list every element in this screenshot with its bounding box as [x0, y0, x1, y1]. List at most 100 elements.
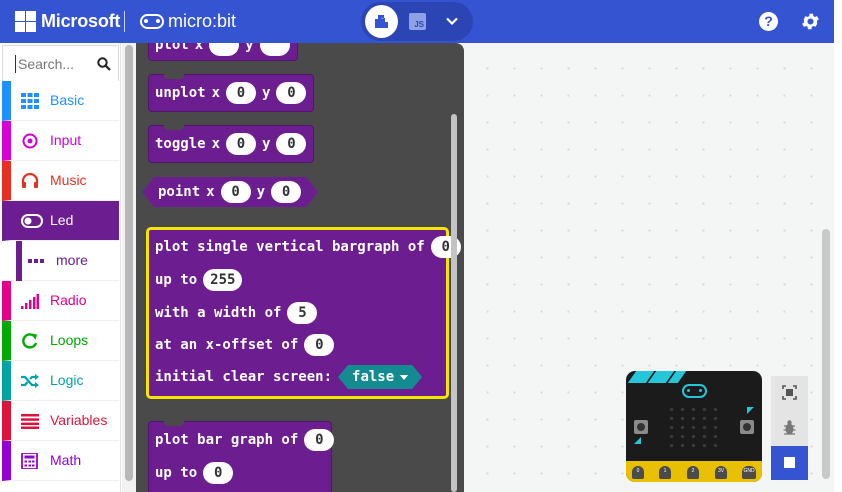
- dropdown-arrow-icon: [400, 375, 408, 380]
- simulator-toolbar: [771, 376, 808, 480]
- block-point[interactable]: point x 0 y 0: [142, 177, 318, 207]
- top-bar: Microsoft micro:bit JS ?: [0, 0, 834, 43]
- up-to-field[interactable]: 255: [203, 269, 243, 291]
- block-notch: [164, 125, 184, 130]
- toolbox-scrollbar[interactable]: [122, 43, 136, 492]
- block-text: with a width of: [155, 305, 282, 321]
- chevron-down-icon[interactable]: [445, 14, 459, 28]
- block-toggle[interactable]: toggle x 0 y 0: [148, 125, 314, 163]
- block-notch: [164, 74, 184, 79]
- button-a-marker-icon: [634, 437, 641, 444]
- toolbox-category-music[interactable]: Music: [2, 161, 119, 201]
- puzzle-piece-icon: [375, 15, 388, 28]
- clear-screen-dropdown[interactable]: false: [338, 365, 422, 389]
- toolbox-category-led[interactable]: Led: [2, 201, 119, 241]
- sim-button-a[interactable]: [634, 420, 648, 434]
- bar-graph-value-field[interactable]: 0: [304, 429, 335, 451]
- pin-0[interactable]: 0: [632, 466, 644, 479]
- headphones-icon: [21, 173, 39, 188]
- help-icon[interactable]: ?: [759, 12, 778, 31]
- category-label: Variables: [50, 412, 108, 428]
- microbit-face-logo-icon: [682, 384, 707, 398]
- toolbox-scrollbar-thumb[interactable]: [125, 45, 133, 481]
- toolbox: Basic Input Music Led more Radio: [0, 43, 121, 492]
- block-text: y: [262, 136, 271, 152]
- fullscreen-icon: [782, 385, 797, 400]
- editor-mode-toggle[interactable]: JS: [361, 2, 473, 41]
- workspace-scrollbar[interactable]: [822, 229, 830, 479]
- up-to-field[interactable]: 0: [203, 462, 234, 484]
- stop-simulator-button[interactable]: [771, 446, 808, 480]
- refresh-icon: [22, 333, 38, 349]
- block-text: y: [262, 85, 271, 101]
- bug-icon: [783, 420, 796, 435]
- x-value-field[interactable]: [209, 43, 240, 56]
- pin-3v[interactable]: 3V: [715, 466, 727, 479]
- block-plot[interactable]: plot x y: [148, 43, 298, 61]
- product-name: micro:bit: [168, 11, 237, 31]
- block-plot-bar-graph[interactable]: plot bar graph of 0 up to 0: [148, 421, 335, 492]
- block-text: up to: [155, 465, 198, 481]
- microsoft-logo-icon: [15, 11, 36, 32]
- pin-2[interactable]: 2: [687, 466, 699, 479]
- toolbox-category-variables[interactable]: Variables: [2, 401, 119, 441]
- block-notch: [164, 421, 184, 426]
- block-text: initial clear screen:: [155, 369, 333, 385]
- x-value-field[interactable]: 0: [221, 181, 251, 203]
- block-text: plot single vertical bargraph of: [155, 239, 425, 255]
- fullscreen-button[interactable]: [771, 376, 808, 410]
- y-value-field[interactable]: 0: [276, 133, 307, 155]
- category-label: more: [56, 252, 88, 268]
- calculator-icon: [21, 453, 38, 469]
- y-value-field[interactable]: 0: [271, 181, 301, 203]
- block-text: plot: [155, 43, 189, 53]
- y-value-field[interactable]: 0: [276, 82, 307, 104]
- button-b-marker-icon: [747, 407, 754, 414]
- microbit-simulator[interactable]: 0 1 2 3V GND: [626, 371, 762, 482]
- led-matrix: [666, 405, 724, 449]
- toolbox-search: [2, 45, 119, 83]
- toolbox-category-loops[interactable]: Loops: [2, 321, 119, 361]
- block-text: y: [256, 184, 266, 200]
- block-unplot[interactable]: unplot x 0 y 0: [148, 74, 314, 112]
- toolbox-category-basic[interactable]: Basic: [2, 81, 119, 121]
- javascript-editor-button[interactable]: JS: [409, 13, 426, 30]
- x-offset-field[interactable]: 0: [304, 334, 335, 356]
- block-text: up to: [155, 272, 198, 288]
- x-value-field[interactable]: 0: [226, 82, 257, 104]
- toolbox-category-math[interactable]: Math: [2, 441, 119, 481]
- search-input[interactable]: [15, 55, 93, 73]
- toolbox-category-radio[interactable]: Radio: [2, 281, 119, 321]
- pin-1[interactable]: 1: [659, 466, 671, 479]
- blocks-flyout: plot x y unplot x 0 y 0 toggle x 0 y 0 p…: [136, 43, 464, 492]
- width-field[interactable]: 5: [287, 302, 318, 324]
- grid-icon: [21, 93, 39, 109]
- microbit-logo-icon: [140, 14, 164, 29]
- search-icon[interactable]: [97, 57, 111, 71]
- flyout-scrollbar[interactable]: [451, 114, 457, 492]
- y-value-field[interactable]: [259, 43, 290, 56]
- subcategory-indicator: [16, 241, 22, 281]
- block-text: x: [194, 43, 204, 53]
- toolbox-category-led-more[interactable]: more: [2, 241, 119, 281]
- toolbox-category-logic[interactable]: Logic: [2, 361, 119, 401]
- toolbox-category-input[interactable]: Input: [2, 121, 119, 161]
- sim-button-b[interactable]: [740, 420, 754, 434]
- category-label: Input: [50, 132, 82, 148]
- block-text: toggle: [155, 136, 206, 152]
- blocks-editor-button[interactable]: [365, 5, 398, 38]
- x-value-field[interactable]: 0: [226, 133, 257, 155]
- debug-button[interactable]: [771, 411, 808, 445]
- category-label: Music: [50, 172, 87, 188]
- page-edge: [834, 0, 842, 492]
- category-label: Radio: [50, 292, 87, 308]
- block-text: at an x-offset of: [155, 337, 299, 353]
- signal-icon: [21, 294, 39, 309]
- gear-icon[interactable]: [800, 11, 821, 32]
- category-label: Led: [50, 212, 74, 228]
- block-text: plot bar graph of: [155, 432, 299, 448]
- shuffle-icon: [21, 374, 39, 388]
- ellipsis-icon: [28, 259, 44, 263]
- block-plot-vertical-bargraph[interactable]: plot single vertical bargraph of 0 up to…: [146, 227, 461, 399]
- pin-gnd[interactable]: GND: [742, 466, 756, 479]
